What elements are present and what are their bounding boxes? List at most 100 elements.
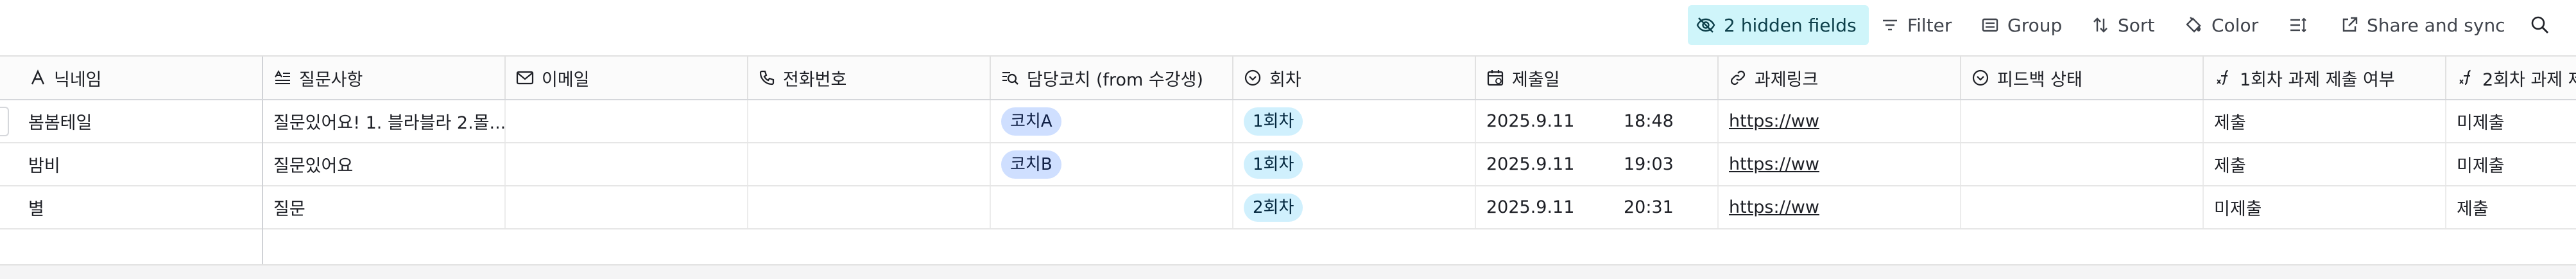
search-button[interactable] xyxy=(2522,5,2558,45)
color-button[interactable]: Color xyxy=(2176,5,2266,45)
filter-button[interactable]: Filter xyxy=(1873,5,1959,45)
column-header-label: 과제링크 xyxy=(1755,69,1819,90)
date-value: 2025.9.11 xyxy=(1486,154,1575,174)
date-icon xyxy=(1487,70,1504,86)
row-height-icon xyxy=(2290,17,2306,33)
cell-round[interactable]: 2회차 xyxy=(1233,186,1476,228)
column-header-label: 이메일 xyxy=(542,69,590,90)
cell-email[interactable] xyxy=(506,186,748,228)
column-header-coach-lookup[interactable]: 담당코치 (from 수강생) xyxy=(991,57,1233,99)
cell-assignment-link[interactable]: https://ww xyxy=(1719,100,1961,142)
cell-question[interactable]: 질문 xyxy=(263,186,506,228)
cell-nickname[interactable]: 밤비 xyxy=(0,143,263,185)
group-button[interactable]: Group xyxy=(1973,5,2070,45)
cell-round2-submitted[interactable]: 미제출 xyxy=(2446,143,2576,185)
table-row[interactable]: 별 질문 2회차 2025.9.11 20:31 https://ww 미제출 제… xyxy=(0,186,2576,230)
time-value: 18:48 xyxy=(1624,111,1674,131)
column-header-assignment-link[interactable]: 과제링크 xyxy=(1719,57,1961,99)
column-header-label: 담당코치 (from 수강생) xyxy=(1027,69,1203,90)
sort-icon xyxy=(2093,17,2108,33)
link-icon xyxy=(1730,70,1746,86)
cell-assignment-link[interactable]: https://ww xyxy=(1719,143,1961,185)
cell-round1-submitted[interactable]: 제출 xyxy=(2204,143,2446,185)
time-value: 19:03 xyxy=(1624,154,1674,174)
column-header-submit-date[interactable]: 제출일 xyxy=(1476,57,1719,99)
column-header-feedback-status[interactable]: 피드백 상태 xyxy=(1961,57,2204,99)
cell-nickname[interactable]: 별 xyxy=(0,186,263,228)
sort-button[interactable]: Sort xyxy=(2083,5,2162,45)
group-label: Group xyxy=(2007,14,2063,36)
filter-label: Filter xyxy=(1907,14,1952,36)
primary-column-divider xyxy=(262,100,263,264)
column-header-round[interactable]: 회차 xyxy=(1233,57,1476,99)
table-row[interactable]: 봄봄테일 질문있어요! 1. 블라블라 2.몰... 코치A 1회차 2025.… xyxy=(0,100,2576,143)
text-a-icon xyxy=(31,69,45,85)
column-header-round2-submitted[interactable]: 2회차 과제 제 xyxy=(2446,57,2576,99)
share-icon xyxy=(2342,17,2358,32)
cell-assignment-link[interactable]: https://ww xyxy=(1719,186,1961,228)
column-header-label: 1회차 과제 제출 여부 xyxy=(2240,69,2395,90)
group-icon xyxy=(1982,18,1998,32)
cell-round2-submitted[interactable]: 제출 xyxy=(2446,186,2576,228)
cell-email[interactable] xyxy=(506,143,748,185)
round-pill: 1회차 xyxy=(1244,107,1303,136)
view-toolbar: 2 hidden fields Filter Group Sort Color … xyxy=(0,0,2576,55)
records-grid: 닉네임 질문사항 이메일 전화번호 담당코치 (from 수강생) 회차 제출일 xyxy=(0,55,2576,279)
single-select-icon xyxy=(1972,69,1989,86)
cell-feedback-status[interactable] xyxy=(1961,143,2204,185)
cell-phone[interactable] xyxy=(748,100,991,142)
lookup-icon xyxy=(1002,72,1018,85)
cell-feedback-status[interactable] xyxy=(1961,100,2204,142)
cell-submit-date[interactable]: 2025.9.11 20:31 xyxy=(1476,186,1719,228)
cell-submit-date[interactable]: 2025.9.11 19:03 xyxy=(1476,143,1719,185)
assignment-link[interactable]: https://ww xyxy=(1729,154,1819,174)
eye-slash-icon xyxy=(1696,17,1715,33)
cell-round[interactable]: 1회차 xyxy=(1233,100,1476,142)
share-and-sync-button[interactable]: Share and sync xyxy=(2332,5,2513,45)
column-header-question[interactable]: 질문사항 xyxy=(263,57,506,99)
cell-submit-date[interactable]: 2025.9.11 18:48 xyxy=(1476,100,1719,142)
table-row[interactable]: 밤비 질문있어요 코치B 1회차 2025.9.11 19:03 https://… xyxy=(0,143,2576,186)
search-icon xyxy=(2531,16,2548,33)
cell-phone[interactable] xyxy=(748,143,991,185)
column-header-label: 제출일 xyxy=(1512,69,1560,90)
column-header-phone[interactable]: 전화번호 xyxy=(748,57,991,99)
row-height-button[interactable] xyxy=(2280,5,2315,45)
sort-label: Sort xyxy=(2118,14,2155,36)
column-header-label: 피드백 상태 xyxy=(1997,69,2082,90)
hidden-fields-button[interactable]: 2 hidden fields xyxy=(1688,5,1869,45)
phone-icon xyxy=(759,70,775,86)
column-header-round1-submitted[interactable]: 1회차 과제 제출 여부 xyxy=(2204,57,2446,99)
single-select-icon xyxy=(1244,69,1261,86)
round-pill: 1회차 xyxy=(1244,150,1303,179)
coach-pill: 코치B xyxy=(1001,150,1061,179)
cell-phone[interactable] xyxy=(748,186,991,228)
grid-footer xyxy=(0,264,2576,279)
long-text-icon xyxy=(275,69,290,84)
column-header-label: 질문사항 xyxy=(299,69,363,90)
cell-round[interactable]: 1회차 xyxy=(1233,143,1476,185)
color-label: Color xyxy=(2211,14,2259,36)
cell-nickname[interactable]: 봄봄테일 xyxy=(0,100,263,142)
email-icon xyxy=(516,71,534,85)
cell-coach[interactable] xyxy=(991,186,1233,228)
cell-round1-submitted[interactable]: 미제출 xyxy=(2204,186,2446,228)
cell-round2-submitted[interactable]: 미제출 xyxy=(2446,100,2576,142)
column-header-label: 회차 xyxy=(1269,69,1301,90)
time-value: 20:31 xyxy=(1624,197,1674,217)
cell-round1-submitted[interactable]: 제출 xyxy=(2204,100,2446,142)
assignment-link[interactable]: https://ww xyxy=(1729,197,1819,217)
column-header-label: 2회차 과제 제 xyxy=(2482,69,2576,90)
assignment-link[interactable]: https://ww xyxy=(1729,111,1819,131)
cell-question[interactable]: 질문있어요! 1. 블라블라 2.몰... xyxy=(263,100,506,142)
cell-email[interactable] xyxy=(506,100,748,142)
date-value: 2025.9.11 xyxy=(1486,197,1575,217)
column-header-nickname[interactable]: 닉네임 xyxy=(0,57,263,99)
formula-icon xyxy=(2459,69,2471,86)
coach-pill: 코치A xyxy=(1001,107,1061,136)
cell-feedback-status[interactable] xyxy=(1961,186,2204,228)
cell-coach[interactable]: 코치A xyxy=(991,100,1233,142)
cell-question[interactable]: 질문있어요 xyxy=(263,143,506,185)
cell-coach[interactable]: 코치B xyxy=(991,143,1233,185)
column-header-email[interactable]: 이메일 xyxy=(506,57,748,99)
